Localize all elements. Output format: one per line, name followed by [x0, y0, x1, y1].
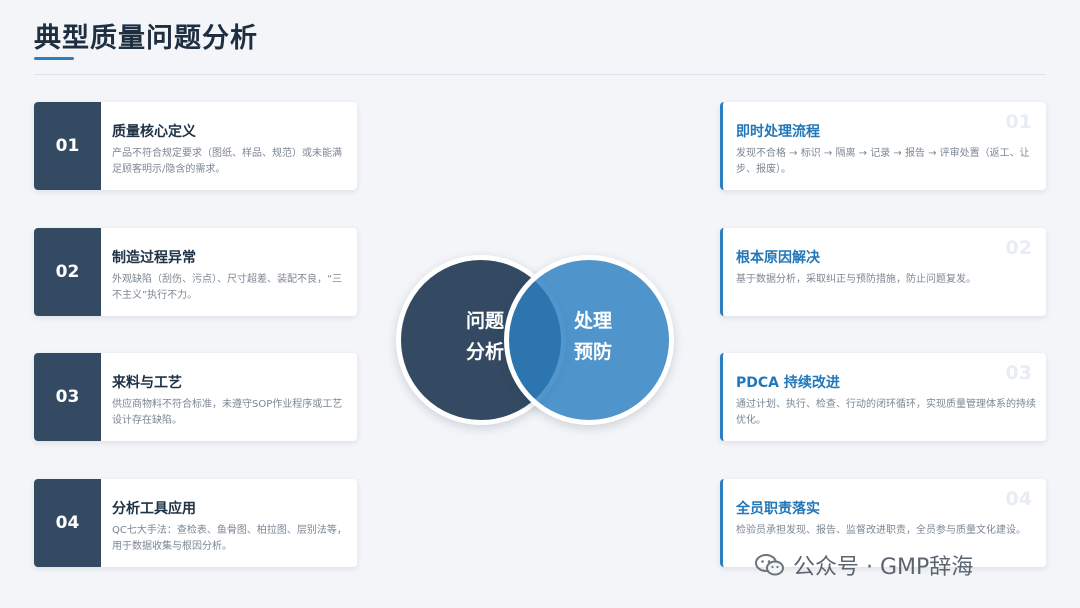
- card-title: 根本原因解决: [736, 250, 820, 266]
- wechat-watermark: 公众号 · GMP辞海: [755, 549, 973, 581]
- card-title: 即时处理流程: [736, 124, 820, 140]
- venn-label-line: 分析: [465, 341, 504, 363]
- venn-label-analysis: 问题 分析: [455, 306, 515, 368]
- card-number: 01: [34, 102, 101, 190]
- left-card-2: 02 制造过程异常 外观缺陷（刮伤、污点）、尺寸超差、装配不良，“三不主义”执行…: [34, 228, 357, 316]
- card-description: 供应商物料不符合标准，未遵守SOP作业程序或工艺设计存在缺陷。: [112, 399, 343, 426]
- card-title: 分析工具应用: [112, 501, 196, 517]
- card-title: 制造过程异常: [112, 250, 196, 266]
- card-description: 通过计划、执行、检查、行动的闭环循环，实现质量管理体系的持续优化。: [736, 399, 1036, 426]
- venn-label-line: 预防: [573, 341, 612, 363]
- venn-diagram: 问题 分析 处理 预防: [393, 248, 685, 428]
- left-card-4: 04 分析工具应用 QC七大手法：查检表、鱼骨图、柏拉图、层别法等，用于数据收集…: [34, 479, 357, 567]
- card-title: PDCA 持续改进: [736, 375, 840, 391]
- card-description: 外观缺陷（刮伤、污点）、尺寸超差、装配不良，“三不主义”执行不力。: [112, 274, 343, 301]
- card-title: 质量核心定义: [112, 124, 196, 140]
- left-card-1: 01 质量核心定义 产品不符合规定要求（图纸、样品、规范）或未能满足顾客明示/隐…: [34, 102, 357, 190]
- right-card-3: 03 PDCA 持续改进 通过计划、执行、检查、行动的闭环循环，实现质量管理体系…: [720, 353, 1046, 441]
- wechat-icon: [755, 554, 784, 576]
- card-ghost-number: 02: [1005, 237, 1032, 259]
- page-title: 典型质量问题分析: [34, 23, 258, 54]
- card-title: 来料与工艺: [112, 375, 182, 391]
- card-description: 检验员承担发现、报告、监督改进职责，全员参与质量文化建设。: [736, 525, 1026, 536]
- card-description: 产品不符合规定要求（图纸、样品、规范）或未能满足顾客明示/隐含的需求。: [112, 148, 342, 175]
- right-card-1: 01 即时处理流程 发现不合格 → 标识 → 隔离 → 记录 → 报告 → 评审…: [720, 102, 1046, 190]
- venn-label-line: 处理: [573, 310, 612, 332]
- right-card-2: 02 根本原因解决 基于数据分析，采取纠正与预防措施，防止问题复发。: [720, 228, 1046, 316]
- card-description: 发现不合格 → 标识 → 隔离 → 记录 → 报告 → 评审处置（返工、让步、报…: [736, 148, 1030, 175]
- title-divider: [34, 74, 1046, 75]
- card-ghost-number: 04: [1005, 488, 1032, 510]
- card-description: QC七大手法：查检表、鱼骨图、柏拉图、层别法等，用于数据收集与根因分析。: [112, 525, 347, 552]
- venn-label-prevention: 处理 预防: [563, 306, 623, 368]
- card-number: 02: [34, 228, 101, 316]
- watermark-text: 公众号 · GMP辞海: [793, 555, 974, 580]
- card-number: 04: [34, 479, 101, 567]
- venn-label-line: 问题: [465, 310, 504, 332]
- card-ghost-number: 01: [1005, 111, 1032, 133]
- card-ghost-number: 03: [1005, 362, 1032, 384]
- title-accent-bar: [34, 57, 74, 60]
- left-card-3: 03 来料与工艺 供应商物料不符合标准，未遵守SOP作业程序或工艺设计存在缺陷。: [34, 353, 357, 441]
- card-title: 全员职责落实: [736, 501, 820, 517]
- card-number: 03: [34, 353, 101, 441]
- card-description: 基于数据分析，采取纠正与预防措施，防止问题复发。: [736, 274, 976, 285]
